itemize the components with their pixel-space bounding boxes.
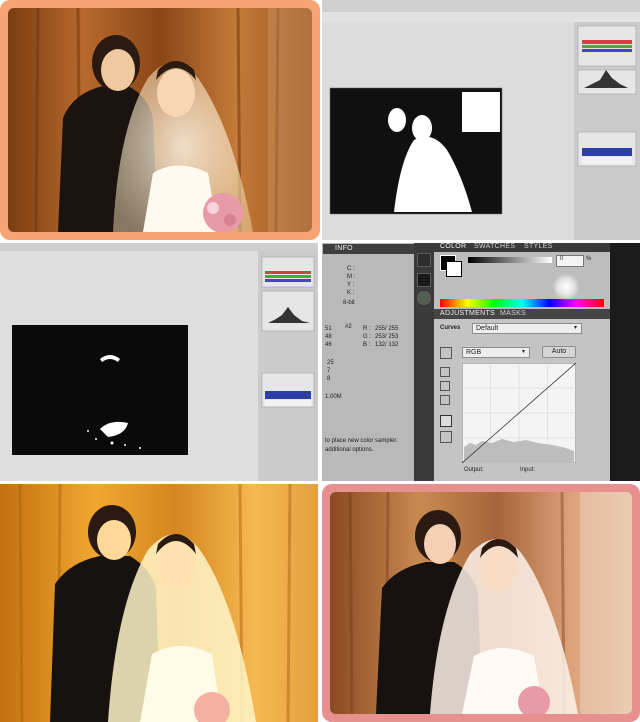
info-num-3: 46 [325, 342, 332, 348]
final-photo [330, 492, 632, 714]
info-tab[interactable]: INFO [335, 245, 353, 252]
info-num-4: 25 [327, 360, 334, 366]
info-k: K : [347, 290, 355, 296]
adjustments-panel: ADJUSTMENTS MASKS Curves Default ▾ RGB ▾… [434, 309, 610, 481]
wedding-photo-soft [330, 492, 632, 714]
sun-icon[interactable] [417, 253, 431, 267]
finger-tool-icon[interactable] [440, 347, 452, 359]
original-photo [8, 8, 312, 232]
eyedropper-gray-icon[interactable] [440, 381, 450, 391]
styles-tab[interactable]: STYLES [524, 243, 553, 250]
color-panel: COLOR SWATCHES STYLES 0 % [434, 243, 610, 309]
preset-select[interactable]: Default [472, 323, 582, 334]
pencil-icon[interactable] [440, 431, 452, 443]
swatches-tab[interactable]: SWATCHES [474, 243, 515, 250]
color-swatch-icon[interactable] [417, 273, 431, 287]
info-num-2: 48 [325, 334, 332, 340]
sample-id: #2 [345, 324, 352, 330]
threshold-white-tile [322, 0, 640, 240]
sample-b: 132/ 132 [375, 342, 399, 348]
color-value: 0 [560, 256, 564, 262]
input-label: Input: [520, 467, 536, 473]
spectrum-bar[interactable] [440, 299, 604, 307]
threshold-highlights-tile [0, 243, 318, 481]
wedding-photo-bright [0, 484, 318, 722]
eyedropper-black-icon[interactable] [440, 367, 450, 377]
channel-chevron-icon[interactable]: ▾ [522, 348, 525, 355]
final-photo-tile [322, 484, 640, 722]
sample-b-label: B : [363, 342, 371, 348]
curves-graph[interactable] [462, 363, 576, 463]
sample-g-label: G : [363, 334, 372, 340]
original-photo-tile [0, 0, 320, 240]
masks-tab[interactable]: MASKS [500, 310, 526, 317]
info-num-6: 8 [327, 376, 331, 382]
color-unit: % [586, 256, 592, 262]
color-tab[interactable]: COLOR [440, 243, 466, 250]
preset-chevron-icon[interactable]: ▾ [574, 324, 577, 331]
eyedropper-white-icon[interactable] [440, 395, 450, 405]
bg-color-swatch[interactable] [446, 261, 462, 277]
right-dark-edge [610, 243, 640, 481]
channel-select[interactable]: RGB [462, 347, 530, 358]
sample-g: 253/ 253 [375, 334, 399, 340]
info-y: Y : [347, 282, 355, 288]
info-icon[interactable] [417, 291, 431, 305]
doc-size-label: 1.00M [325, 394, 342, 400]
auto-button[interactable]: Auto [542, 346, 576, 358]
wedding-photo-warm [8, 8, 312, 232]
info-c: C : [347, 266, 355, 272]
photoshop-canvas-area [322, 0, 640, 240]
info-num-5: 7 [327, 368, 331, 374]
curves-label: Curves [440, 325, 461, 331]
color-slider-track[interactable] [468, 257, 552, 263]
curve-draw-icon[interactable] [440, 415, 452, 427]
info-bit-depth: 8-bit [343, 300, 355, 306]
curves-result-tile [0, 484, 318, 722]
sample-r: 255/ 255 [375, 326, 399, 332]
output-label: Output: [464, 467, 484, 473]
adjustments-tab[interactable]: ADJUSTMENTS [440, 310, 495, 317]
hint-line-2: additional options. [325, 447, 374, 453]
tool-strip [414, 243, 434, 481]
photoshop-canvas-area-2 [0, 243, 318, 481]
sample-r-label: R : [363, 326, 371, 332]
info-num-1: 51 [325, 326, 332, 332]
info-m: M : [347, 274, 356, 280]
info-panel: INFO C : M : Y : K : 8-bit 51 48 46 #2 R… [322, 243, 415, 481]
adjustments-panel-tile: INFO C : M : Y : K : 8-bit 51 48 46 #2 R… [322, 243, 640, 481]
hint-line-1: to place new color sampler. [325, 438, 398, 444]
